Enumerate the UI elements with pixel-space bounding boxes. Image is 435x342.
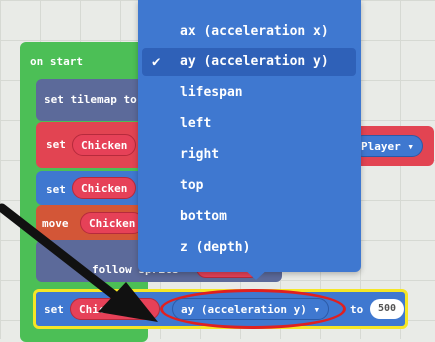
dropdown-item-label: ay (acceleration y) [180,54,329,69]
property-dropdown-menu: ax (acceleration x) ✔ ay (acceleration y… [138,0,361,272]
set-label: set [46,183,66,196]
dropdown-item-right[interactable]: right [142,141,356,169]
dropdown-item-label: ax (acceleration x) [180,24,329,39]
chicken-variable-pill[interactable]: Chicken [72,177,137,199]
set-label: set [46,138,66,151]
red-highlight-ellipse [160,289,346,329]
dropdown-item-lifespan[interactable]: lifespan [142,79,356,107]
to-label: to [350,303,364,316]
value-input[interactable]: 500 [370,299,405,319]
dropdown-item-label: top [180,178,204,193]
set-tilemap-label: set tilemap to [44,93,137,106]
dropdown-item-label: bottom [180,209,227,224]
player-kind-label: Player [361,140,401,153]
chicken-variable-pill[interactable]: Chicken [72,134,137,156]
on-start-label: on start [30,55,83,68]
player-kind-dropdown[interactable]: Player ▾ [352,135,423,157]
dropdown-item-ay[interactable]: ✔ ay (acceleration y) [142,48,356,76]
move-label: move [42,217,69,230]
dropdown-item-z-depth[interactable]: z (depth) [142,234,356,262]
chicken-variable-pill[interactable]: Chic [70,298,160,320]
dropdown-item-label: left [180,116,212,131]
dropdown-caret-icon [243,268,269,280]
dropdown-item-ax[interactable]: ax (acceleration x) [142,18,356,46]
dropdown-item-label: lifespan [180,85,243,100]
checkmark-icon: ✔ [152,54,161,70]
player-kind-block-tail: Player ▾ [350,126,434,166]
dropdown-item-top[interactable]: top [142,172,356,200]
chicken-variable-pill[interactable]: Chicken [80,212,145,234]
dropdown-item-left[interactable]: left [142,110,356,138]
set-label: set [44,303,64,316]
dropdown-item-label: z (depth) [180,240,251,255]
dropdown-item-bottom[interactable]: bottom [142,203,356,231]
dropdown-item-label: right [180,147,220,162]
